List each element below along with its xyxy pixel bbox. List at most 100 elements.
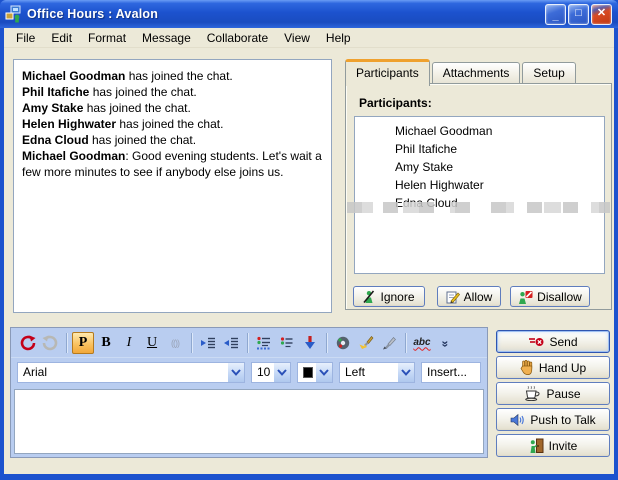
toolbar-separator [191, 333, 192, 353]
participants-panel: Participants: Michael Goodman Phil Itafi… [345, 83, 612, 310]
participant-item[interactable]: Michael Goodman [355, 122, 604, 140]
window-title: Office Hours : Avalon [27, 7, 545, 21]
push-to-talk-label: Push to Talk [530, 413, 595, 427]
underline-label: U [147, 336, 157, 350]
menu-message[interactable]: Message [134, 29, 199, 47]
bold-button[interactable]: B [95, 332, 117, 354]
title-bar: Office Hours : Avalon _ □ ✕ [0, 0, 618, 28]
hand-icon [520, 360, 534, 375]
participant-item[interactable]: Phil Itafiche [355, 140, 604, 158]
font-size-select[interactable]: 10 [251, 362, 291, 383]
invite-door-icon [529, 438, 544, 454]
menu-view[interactable]: View [276, 29, 318, 47]
disallow-label: Disallow [537, 290, 582, 304]
insert-whiteboard-item-button[interactable] [253, 332, 275, 354]
compose-input[interactable] [14, 389, 484, 454]
app-window: Office Hours : Avalon _ □ ✕ File Edit Fo… [0, 0, 618, 480]
allow-button[interactable]: Allow [437, 286, 501, 307]
list-items-hatched-icon [256, 335, 272, 351]
message-editor-panel: P B I U (()) [10, 327, 488, 458]
pause-button[interactable]: Pause [496, 382, 610, 405]
spellcheck-button[interactable]: abc [411, 332, 433, 354]
chevron-down-icon [316, 363, 332, 382]
minimize-icon: _ [552, 11, 558, 22]
more-options-button[interactable]: » [434, 332, 456, 354]
list-items-button[interactable] [276, 332, 298, 354]
tab-participants[interactable]: Participants [345, 59, 430, 86]
color-wheel-button[interactable] [332, 332, 354, 354]
font-family-value: Arial [23, 365, 228, 379]
close-icon: ✕ [597, 8, 606, 19]
toolbar-separator [247, 333, 248, 353]
maximize-button[interactable]: □ [568, 4, 589, 25]
disallow-button[interactable]: Disallow [510, 286, 590, 307]
teletype-label: (()) [171, 338, 179, 348]
menu-help[interactable]: Help [318, 29, 359, 47]
send-icon [528, 335, 544, 349]
ignore-button[interactable]: Ignore [353, 286, 425, 307]
toolbar-separator [405, 333, 406, 353]
push-to-talk-button[interactable]: Push to Talk [496, 408, 610, 431]
move-down-button[interactable] [299, 332, 321, 354]
underline-button[interactable]: U [141, 332, 163, 354]
close-button[interactable]: ✕ [591, 4, 612, 25]
highlight-pen-icon [358, 335, 374, 351]
indent-icon [200, 335, 216, 351]
chat-transcript[interactable]: Michael Goodman has joined the chat. Phi… [13, 59, 332, 313]
outdent-icon [223, 335, 239, 351]
hand-up-button[interactable]: Hand Up [496, 356, 610, 379]
speaker-icon [510, 413, 525, 427]
teletype-button[interactable]: (()) [164, 332, 186, 354]
action-buttons: Send Hand Up [496, 330, 610, 457]
undo-button[interactable] [16, 332, 38, 354]
hand-up-label: Hand Up [539, 361, 586, 375]
tab-setup[interactable]: Setup [522, 62, 575, 84]
insert-value: Insert... [427, 365, 480, 379]
tab-strip: Participants Attachments Setup [345, 59, 612, 84]
chevron-more-icon: » [438, 340, 452, 345]
participant-item[interactable]: Amy Stake [355, 158, 604, 176]
menu-file[interactable]: File [8, 29, 43, 47]
outdent-button[interactable] [220, 332, 242, 354]
font-size-value: 10 [257, 365, 274, 379]
toolbar-separator [326, 333, 327, 353]
chevron-down-icon [274, 363, 290, 382]
undo-icon [19, 334, 36, 351]
allow-note-icon [446, 290, 460, 304]
invite-button[interactable]: Invite [496, 434, 610, 457]
paragraph-label: P [79, 336, 88, 350]
color-wheel-icon [335, 335, 351, 351]
minimize-button[interactable]: _ [545, 4, 566, 25]
send-button[interactable]: Send [496, 330, 610, 353]
toolbar-separator [66, 333, 67, 353]
pause-label: Pause [546, 387, 580, 401]
disallow-person-icon [518, 290, 533, 304]
font-color-select[interactable] [297, 362, 333, 383]
menu-edit[interactable]: Edit [43, 29, 80, 47]
allow-label: Allow [464, 290, 493, 304]
tab-attachments[interactable]: Attachments [432, 62, 521, 84]
participant-item[interactable]: Helen Highwater [355, 176, 604, 194]
chat-message: Edna Cloud has joined the chat. [22, 132, 323, 148]
ignore-label: Ignore [380, 290, 414, 304]
menu-format[interactable]: Format [80, 29, 134, 47]
pointer-pen-button[interactable] [378, 332, 400, 354]
chat-message: Michael Goodman: Good evening students. … [22, 148, 323, 180]
chevron-down-icon [228, 363, 244, 382]
chat-message: Amy Stake has joined the chat. [22, 100, 323, 116]
italic-button[interactable]: I [118, 332, 140, 354]
alignment-select[interactable]: Left [339, 362, 415, 383]
menu-bar: File Edit Format Message Collaborate Vie… [4, 28, 614, 48]
font-family-select[interactable]: Arial [17, 362, 245, 383]
participant-list[interactable]: Michael Goodman Phil Itafiche Amy Stake … [354, 116, 605, 274]
menu-collaborate[interactable]: Collaborate [199, 29, 276, 47]
insert-select[interactable]: Insert... [421, 362, 481, 383]
chat-message: Phil Itafiche has joined the chat. [22, 84, 323, 100]
highlight-pen-button[interactable] [355, 332, 377, 354]
redo-button[interactable] [39, 332, 61, 354]
redo-icon [42, 334, 59, 351]
alignment-value: Left [345, 365, 398, 379]
paragraph-style-button[interactable]: P [72, 332, 94, 354]
indent-button[interactable] [197, 332, 219, 354]
participant-item[interactable]: Edna Cloud [355, 194, 604, 212]
